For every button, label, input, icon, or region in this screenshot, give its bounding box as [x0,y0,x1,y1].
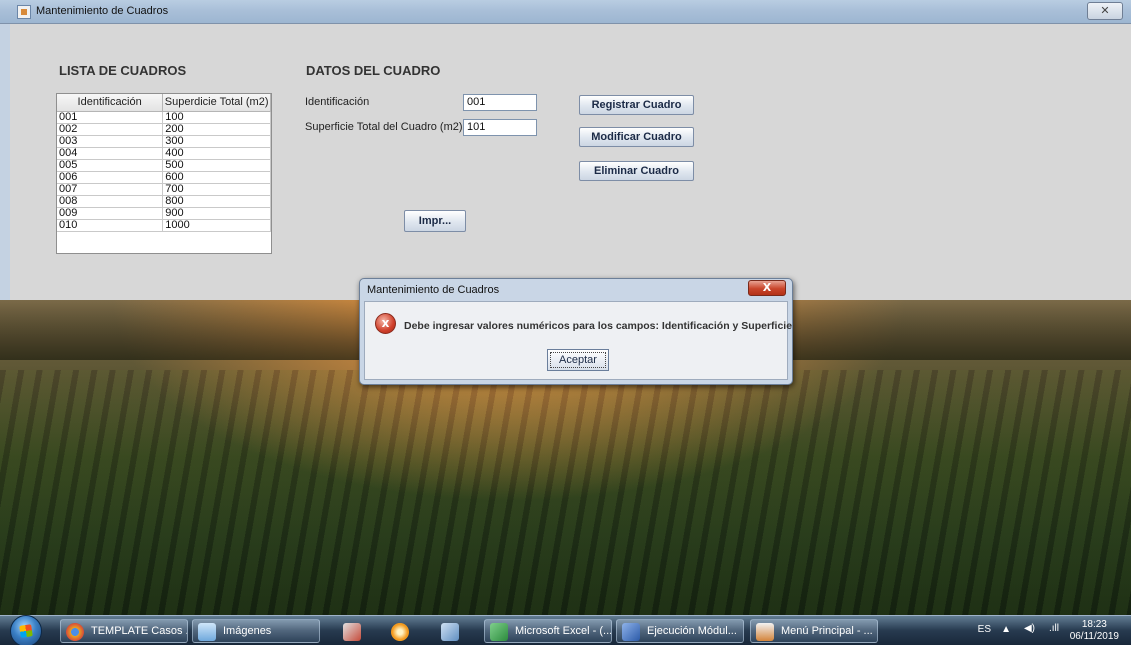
network-app-icon [441,623,459,641]
cell-area: 400 [162,147,271,160]
cell-area: 100 [162,111,271,124]
id-label: Identificación [305,96,370,108]
delete-button[interactable]: Eliminar Cuadro [579,161,694,181]
cell-area: 800 [162,195,271,208]
cell-area: 700 [162,183,271,196]
list-heading: LISTA DE CUADROS [59,63,187,78]
register-button[interactable]: Registrar Cuadro [579,95,694,115]
cell-id: 005 [57,159,164,172]
window-titlebar[interactable]: Mantenimiento de Cuadros ✕ [0,0,1131,24]
cell-id: 002 [57,123,164,136]
error-dialog: Mantenimiento de Cuadros X x Debe ingres… [359,278,793,385]
taskbar-item-word[interactable]: Ejecución Módul... [616,619,744,643]
folder-images-icon [198,623,216,641]
id-input[interactable]: 001 [463,94,537,111]
cell-area: 500 [162,159,271,172]
table-row[interactable]: 010 1000 [57,219,271,232]
word-icon [622,623,640,641]
cell-id: 008 [57,195,164,208]
taskbar-item-images[interactable]: Imágenes [192,619,320,643]
cell-id: 004 [57,147,164,160]
modify-button[interactable]: Modificar Cuadro [579,127,694,147]
table-row[interactable]: 001 100 [57,111,271,124]
taskbar-item-network-app[interactable] [434,619,466,643]
network-signal-icon[interactable]: .ıll [1049,623,1059,634]
cell-id: 003 [57,135,164,148]
taskbar-item-label: TEMPLATE Casos ... [91,625,188,637]
system-tray: ES ▲ ◀) .ıll 18:23 06/11/2019 [923,616,1123,645]
snipping-tool-icon [343,623,361,641]
java-app-icon [17,5,31,19]
table-row[interactable]: 002 200 [57,123,271,136]
table-row[interactable]: 009 900 [57,207,271,220]
taskbar-item-java[interactable]: Menú Principal - ... [750,619,878,643]
table-row[interactable]: 004 400 [57,147,271,160]
area-input[interactable]: 101 [463,119,537,136]
area-label: Superficie Total del Cuadro (m2) [305,121,463,133]
dialog-title: Mantenimiento de Cuadros [367,284,500,296]
column-header-superficie[interactable]: Superdicie Total (m2) [162,94,271,112]
taskbar-item-label: Microsoft Excel - (... [515,625,612,637]
excel-icon [490,623,508,641]
cell-area: 1000 [162,219,271,232]
table-row[interactable]: 008 800 [57,195,271,208]
dialog-message: Debe ingresar valores numéricos para los… [404,320,793,332]
volume-icon[interactable]: ◀) [1024,623,1035,634]
taskbar-item-excel[interactable]: Microsoft Excel - (... [484,619,612,643]
column-header-identificacion[interactable]: Identificación [57,94,164,112]
window-title: Mantenimiento de Cuadros [36,5,169,17]
error-icon: x [375,313,396,334]
wallpaper-vineyard-rows [0,370,1131,615]
taskbar-item-orange-app[interactable] [384,619,416,643]
print-button[interactable]: Impr... [404,210,466,232]
clock-time: 18:23 [1081,619,1107,630]
cell-id: 010 [57,219,164,232]
clock[interactable]: 18:23 06/11/2019 [1070,619,1119,643]
window-border [0,24,10,300]
main-window: Mantenimiento de Cuadros ✕ LISTA DE CUAD… [0,0,1131,300]
dialog-close-button[interactable]: X [748,280,786,296]
table-header-row: Identificación Superdicie Total (m2) [57,94,271,112]
java-icon [756,623,774,641]
cell-area: 200 [162,123,271,136]
tray-expand-icon[interactable]: ▲ [1001,624,1011,635]
cell-id: 006 [57,171,164,184]
taskbar: TEMPLATE Casos ... Imágenes Microsoft Ex… [0,615,1131,645]
cell-id: 001 [57,111,164,124]
language-indicator[interactable]: ES [978,624,991,635]
table-row[interactable]: 005 500 [57,159,271,172]
start-button[interactable] [10,615,42,645]
cell-area: 300 [162,135,271,148]
table-row[interactable]: 007 700 [57,183,271,196]
cuadros-table[interactable]: Identificación Superdicie Total (m2) 001… [56,93,272,254]
window-close-button[interactable]: ✕ [1087,2,1123,20]
taskbar-item-label: Ejecución Módul... [647,625,737,637]
taskbar-item-snipping[interactable] [336,619,368,643]
form-heading: DATOS DEL CUADRO [306,63,441,78]
table-row[interactable]: 003 300 [57,135,271,148]
taskbar-item-label: Imágenes [223,625,272,637]
cell-id: 009 [57,207,164,220]
cell-area: 600 [162,171,271,184]
taskbar-item-chrome[interactable]: TEMPLATE Casos ... [60,619,188,643]
cell-id: 007 [57,183,164,196]
table-row[interactable]: 006 600 [57,171,271,184]
dialog-ok-button[interactable]: Aceptar [547,349,609,371]
dialog-body: x Debe ingresar valores numéricos para l… [364,301,792,380]
clock-date: 06/11/2019 [1069,631,1119,642]
taskbar-item-label: Menú Principal - ... [781,625,873,637]
chrome-icon [66,623,84,641]
cell-area: 900 [162,207,271,220]
orange-app-icon [391,623,409,641]
